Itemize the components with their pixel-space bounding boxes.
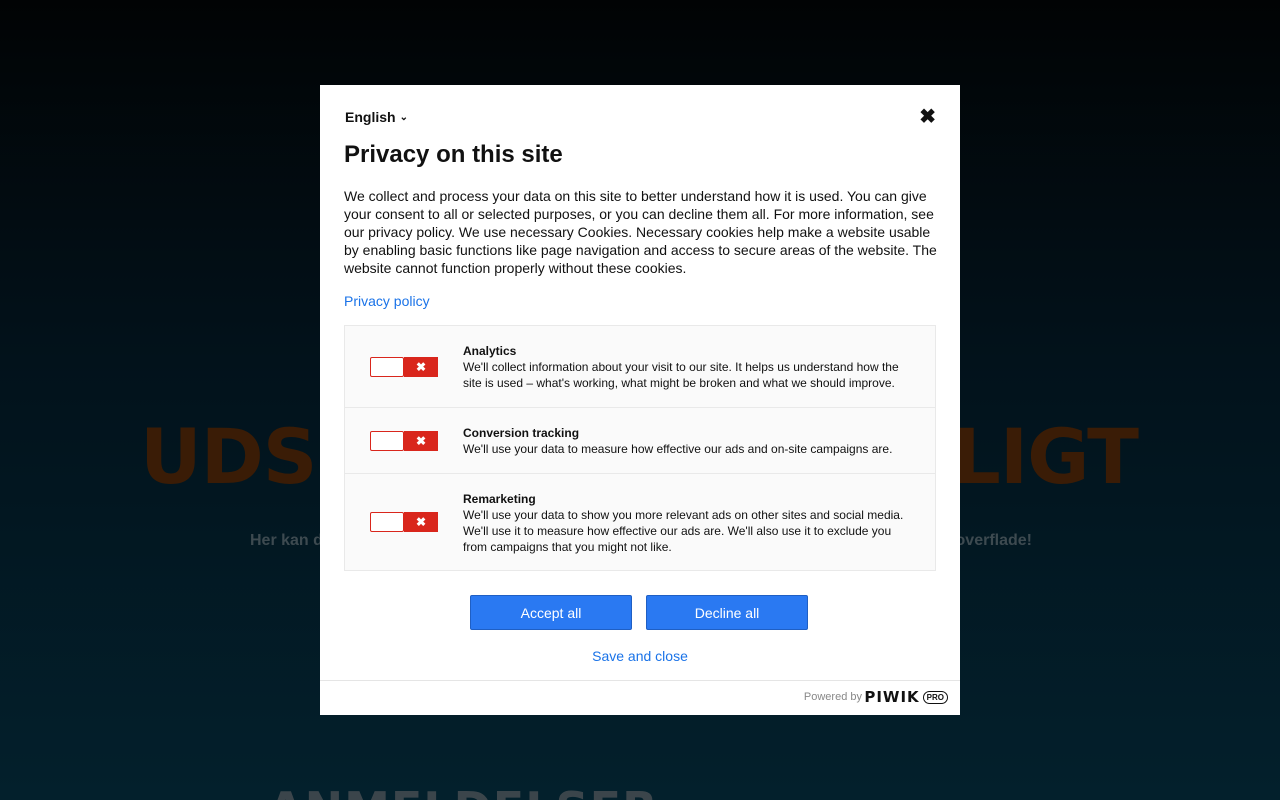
toggle-knob [370,512,404,532]
close-icon[interactable]: ✖ [919,107,936,127]
hero-subtext-right: overflade! [955,532,1032,549]
powered-by-label: Powered by [803,691,862,703]
hero-subtext-left: Her kan d [250,532,323,549]
save-and-close-link[interactable]: Save and close [320,648,960,664]
category-text: Conversion tracking We'll use your data … [463,425,908,457]
toggle-knob [370,357,404,377]
category-name: Remarketing [463,492,536,506]
language-selector[interactable]: English ⌄ [345,109,408,125]
category-analytics: ✖ Analytics We'll collect information ab… [345,326,935,408]
piwik-pro-logo: PIWIK PRO [864,688,948,706]
toggle-off-icon: ✖ [404,431,438,451]
chevron-down-icon: ⌄ [399,111,408,123]
category-name: Analytics [463,344,517,358]
consent-categories: ✖ Analytics We'll collect information ab… [344,325,936,571]
category-description: We'll use your data to show you more rel… [463,508,904,554]
category-text: Remarketing We'll use your data to show … [463,491,908,555]
toggle-off-icon: ✖ [404,357,438,377]
language-label: English [345,109,396,125]
toggle-off-icon: ✖ [404,512,438,532]
consent-modal: English ⌄ ✖ Privacy on this site We coll… [320,85,960,715]
conversion-tracking-toggle[interactable]: ✖ [370,431,438,451]
hero-heading-left: UDSI [140,412,345,501]
logo-text: PIWIK [864,688,920,706]
category-text: Analytics We'll collect information abou… [463,343,908,391]
modal-footer: Powered by PIWIK PRO [320,680,960,715]
toggle-knob [370,431,404,451]
category-remarketing: ✖ Remarketing We'll use your data to sho… [345,474,935,570]
category-description: We'll use your data to measure how effec… [463,442,893,456]
accept-all-button[interactable]: Accept all [470,595,632,630]
modal-title: Privacy on this site [344,141,563,168]
decline-all-button[interactable]: Decline all [646,595,808,630]
remarketing-toggle[interactable]: ✖ [370,512,438,532]
category-name: Conversion tracking [463,426,580,440]
analytics-toggle[interactable]: ✖ [370,357,438,377]
modal-description: We collect and process your data on this… [344,188,937,276]
category-conversion-tracking: ✖ Conversion tracking We'll use your dat… [345,408,935,474]
category-description: We'll collect information about your vis… [463,360,899,390]
reviews-heading: ANMELDELSER [268,782,659,800]
logo-badge: PRO [922,690,948,704]
privacy-policy-link[interactable]: Privacy policy [344,293,430,309]
